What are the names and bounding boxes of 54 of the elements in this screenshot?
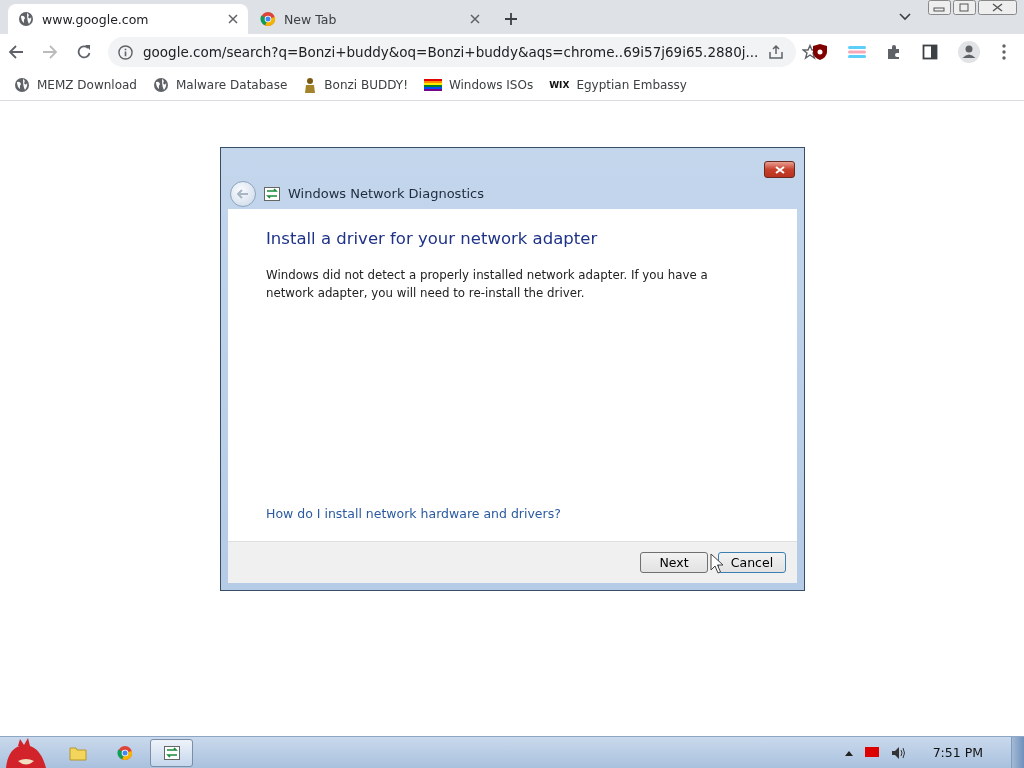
bookmark-label: Egyptian Embassy (576, 78, 687, 92)
rainbow-flag-icon (423, 78, 442, 92)
url-text: google.com/search?q=Bonzi+buddy&oq=Bonzi+buddy&aqs=chrome..69i57j69i65.2880j... (143, 44, 759, 60)
bookmark[interactable]: Bonzi BUDDY! (303, 77, 408, 93)
dialog-title: Windows Network Diagnostics (288, 186, 484, 201)
mouse-cursor-icon (710, 553, 724, 575)
browser-tab[interactable]: www.google.com (8, 4, 248, 34)
up-arrow-icon[interactable] (844, 749, 853, 756)
logo-icon: WIX (549, 80, 570, 90)
bookmark[interactable]: MEMZ Download (14, 77, 137, 93)
taskbar-app[interactable] (150, 738, 193, 767)
dialog-button[interactable]: Next (640, 552, 708, 573)
dialog-heading: Install a driver for your network adapter (266, 229, 599, 248)
bookmark-label: MEMZ Download (37, 78, 137, 92)
chevron-down-icon[interactable] (899, 13, 911, 21)
chrome-icon (260, 11, 276, 27)
close-icon[interactable] (470, 14, 480, 24)
bookmark-label: Bonzi BUDDY! (324, 78, 408, 92)
close-icon[interactable] (228, 14, 238, 24)
new-tab-icon[interactable] (504, 12, 518, 26)
puzzle-icon[interactable] (886, 44, 902, 60)
folder-icon (68, 744, 87, 761)
info-icon[interactable] (118, 44, 133, 60)
help-link[interactable]: How do I install network hardware and drivers? (266, 506, 759, 521)
more-menu-icon[interactable] (1002, 44, 1006, 60)
close-button[interactable] (764, 161, 795, 178)
share-icon[interactable] (768, 44, 785, 60)
profile-avatar-icon[interactable] (958, 41, 980, 63)
browser-tab[interactable]: New Tab (250, 4, 490, 34)
bookmark[interactable]: Malware Database (153, 77, 288, 93)
chrome-icon (116, 744, 133, 761)
shield-icon[interactable] (812, 43, 828, 61)
globe-icon (153, 77, 169, 93)
back-arrow-icon[interactable] (8, 44, 24, 60)
speaker-icon[interactable] (890, 745, 907, 760)
side-panel-icon[interactable] (922, 44, 938, 60)
bookmark-label: Malware Database (176, 78, 288, 92)
network-icon (163, 745, 180, 760)
bookmark[interactable]: WIX Egyptian Embassy (549, 78, 687, 92)
close-icon (774, 165, 785, 174)
clock-text: 7:51 PM (932, 745, 983, 760)
globe-icon (14, 77, 30, 93)
window-controls-icon[interactable] (928, 0, 1018, 16)
star-icon[interactable] (802, 44, 819, 60)
dialog-button[interactable]: Cancel (718, 552, 786, 573)
bookmark-label: Windows ISOs (448, 78, 534, 92)
back-arrow-icon (237, 188, 249, 199)
figure-icon (303, 77, 318, 93)
globe-icon (18, 11, 34, 27)
flag-icon[interactable] (864, 746, 879, 759)
dialog-message: Windows did not detect a properly installed network adapter. If you have a network adapter, you will need to re-install the driver. (266, 267, 709, 302)
bookmark[interactable]: Windows ISOs (423, 78, 534, 92)
reload-icon[interactable] (76, 44, 92, 60)
network-icon (264, 186, 280, 201)
